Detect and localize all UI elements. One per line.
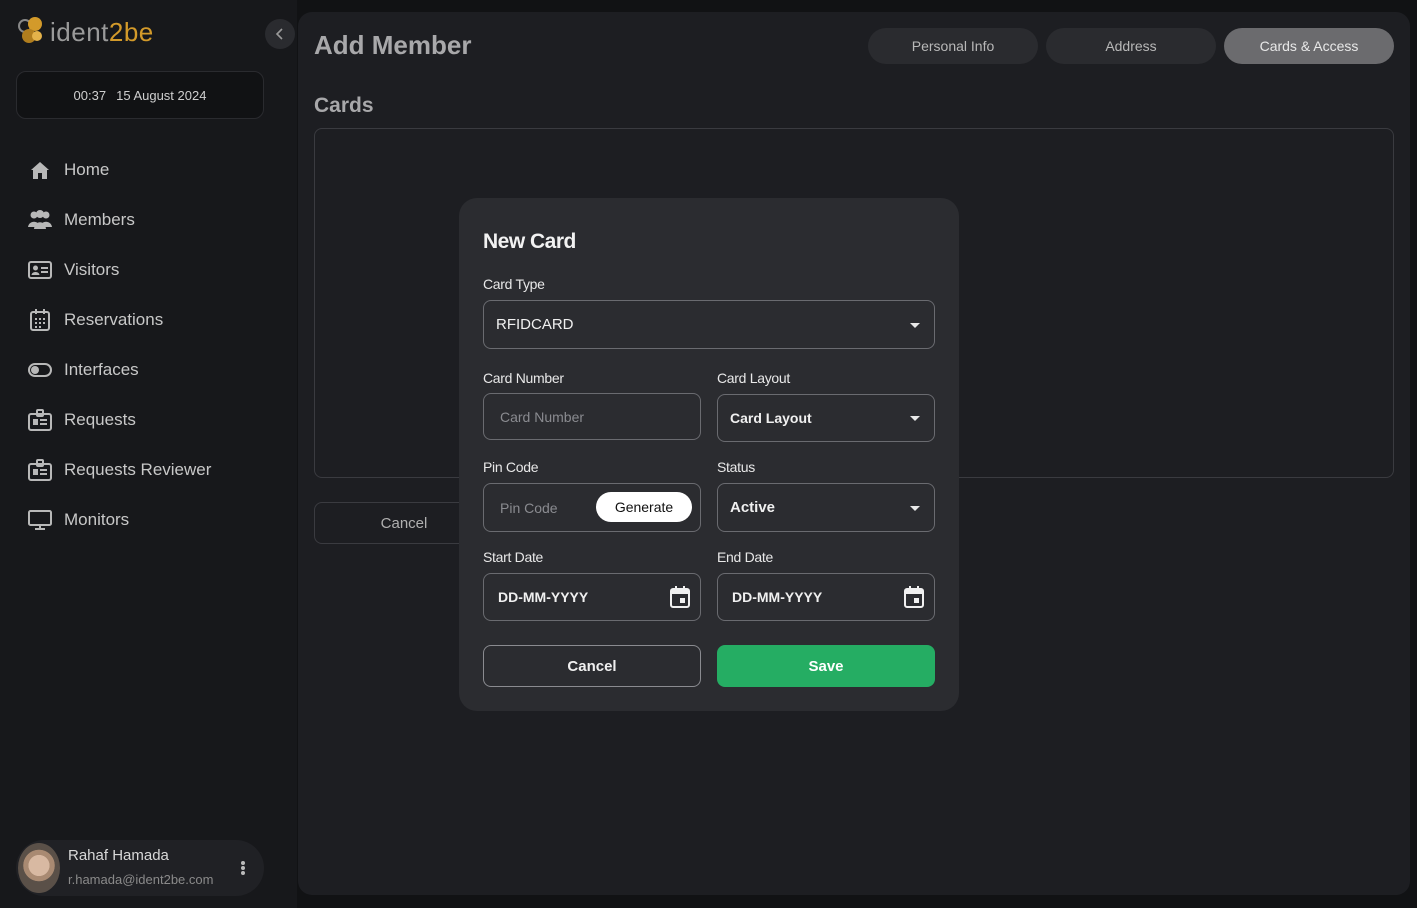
sidebar-item-members[interactable]: Members	[28, 195, 278, 245]
generate-pin-button[interactable]: Generate	[596, 492, 692, 522]
tab-cards-access[interactable]: Cards & Access	[1224, 28, 1394, 64]
start-date-label: Start Date	[483, 549, 544, 565]
sidebar-item-reservations[interactable]: Reservations	[28, 295, 278, 345]
card-number-input[interactable]: Card Number	[483, 393, 701, 440]
page-title: Add Member	[314, 30, 472, 60]
sidebar-item-label: Home	[64, 160, 110, 179]
pin-code-input[interactable]: Pin Code Generate	[483, 483, 701, 532]
status-select[interactable]: Active	[717, 483, 935, 532]
status-label: Status	[717, 459, 755, 475]
user-name: Rahaf Hamada	[68, 847, 169, 864]
logo-text: ident2be	[50, 16, 154, 47]
dialog-title: New Card	[483, 230, 576, 253]
calendar-icon[interactable]	[670, 586, 690, 608]
card-number-label: Card Number	[483, 370, 564, 386]
tab-bar: Personal Info Address Cards & Access	[868, 28, 1394, 64]
id-card-icon	[28, 258, 52, 282]
save-button[interactable]: Save	[717, 645, 935, 687]
badge-icon	[28, 408, 52, 432]
app-logo[interactable]: ident2be	[16, 14, 154, 50]
more-vertical-icon[interactable]	[238, 858, 248, 878]
sidebar-nav: Home Members Visitors Reservations Inter…	[28, 145, 278, 545]
card-layout-select[interactable]: Card Layout	[717, 394, 935, 442]
sidebar-item-label: Requests	[64, 410, 136, 429]
chevron-left-icon	[275, 28, 283, 40]
sidebar-item-label: Requests Reviewer	[64, 460, 212, 479]
avatar	[18, 843, 60, 893]
card-type-label: Card Type	[483, 276, 545, 292]
sidebar-item-requests-reviewer[interactable]: Requests Reviewer	[28, 445, 278, 495]
tab-personal-info[interactable]: Personal Info	[868, 28, 1038, 64]
sidebar-item-visitors[interactable]: Visitors	[28, 245, 278, 295]
card-type-value: RFIDCARD	[496, 316, 574, 333]
card-number-placeholder: Card Number	[500, 408, 585, 425]
clock-date: 15 August 2024	[116, 87, 207, 103]
dropdown-arrow-icon	[910, 505, 920, 511]
start-date-value: DD-MM-YYYY	[498, 589, 589, 605]
section-title: Cards	[314, 94, 374, 117]
sidebar-item-label: Reservations	[64, 310, 164, 329]
badge-icon	[28, 458, 52, 482]
end-date-label: End Date	[717, 549, 773, 565]
home-icon	[28, 158, 52, 182]
sidebar-item-label: Monitors	[64, 510, 130, 529]
start-date-input[interactable]: DD-MM-YYYY	[483, 573, 701, 621]
collapse-sidebar-button[interactable]	[265, 19, 295, 49]
card-layout-value: Card Layout	[730, 410, 812, 426]
end-date-input[interactable]: DD-MM-YYYY	[717, 573, 935, 621]
monitor-icon	[28, 508, 52, 532]
calendar-icon[interactable]	[904, 586, 924, 608]
members-icon	[28, 208, 52, 232]
status-value: Active	[730, 499, 776, 516]
pin-code-label: Pin Code	[483, 459, 539, 475]
clock-display: 00:37 15 August 2024	[16, 71, 264, 119]
toggle-icon	[28, 358, 52, 382]
user-email: r.hamada@ident2be.com	[68, 872, 214, 887]
user-profile[interactable]: Rahaf Hamada r.hamada@ident2be.com	[16, 840, 264, 896]
logo-mark-icon	[16, 15, 48, 49]
sidebar-item-monitors[interactable]: Monitors	[28, 495, 278, 545]
tab-address[interactable]: Address	[1046, 28, 1216, 64]
sidebar-item-label: Visitors	[64, 260, 120, 279]
end-date-value: DD-MM-YYYY	[732, 589, 823, 605]
sidebar-item-requests[interactable]: Requests	[28, 395, 278, 445]
dropdown-arrow-icon	[910, 322, 920, 328]
sidebar-item-label: Members	[64, 210, 135, 229]
cancel-button[interactable]: Cancel	[483, 645, 701, 687]
card-type-select[interactable]: RFIDCARD	[483, 300, 935, 349]
sidebar: ident2be 00:37 15 August 2024 Home Membe…	[0, 0, 297, 908]
sidebar-item-label: Interfaces	[64, 360, 139, 379]
sidebar-item-interfaces[interactable]: Interfaces	[28, 345, 278, 395]
clock-time: 00:37	[73, 87, 107, 103]
card-layout-label: Card Layout	[717, 370, 790, 386]
new-card-dialog: New Card Card Type RFIDCARD Card Number …	[459, 198, 959, 711]
sidebar-item-home[interactable]: Home	[28, 145, 278, 195]
pin-code-placeholder: Pin Code	[500, 499, 558, 516]
calendar-icon	[28, 308, 52, 332]
dropdown-arrow-icon	[910, 416, 920, 421]
